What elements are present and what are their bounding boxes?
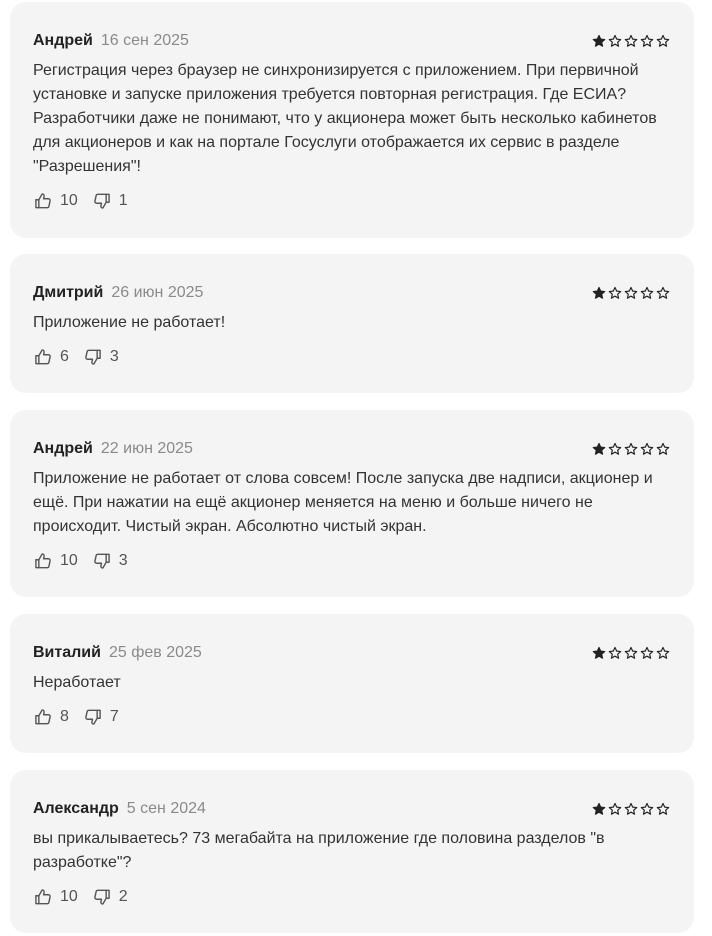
rating-stars: [592, 442, 670, 456]
star-empty-icon: [656, 802, 670, 815]
rating-stars: [592, 802, 670, 816]
star-empty-icon: [608, 442, 622, 455]
review-card: Виталий 25 фев 2025 Неработает 8 7: [10, 614, 694, 753]
like-button[interactable]: 6: [33, 347, 69, 367]
review-header: Виталий 25 фев 2025: [33, 642, 670, 664]
star-empty-icon: [624, 646, 638, 659]
review-card: Андрей 22 июн 2025 Приложение не работае…: [10, 410, 694, 597]
review-header: Александр 5 сен 2024: [33, 798, 670, 820]
rating-stars: [592, 286, 670, 300]
review-votes: 6 3: [33, 347, 119, 367]
star-empty-icon: [624, 286, 638, 299]
review-votes: 10 2: [33, 887, 128, 907]
dislike-count: 3: [118, 552, 128, 569]
star-empty-icon: [640, 442, 654, 455]
like-count: 10: [60, 888, 78, 905]
thumb-down-icon: [92, 551, 112, 571]
star-empty-icon: [656, 442, 670, 455]
review-text: Приложение не работает!: [33, 314, 226, 331]
star-empty-icon: [656, 34, 670, 47]
review-votes: 8 7: [33, 707, 119, 727]
review-votes: 10 1: [33, 191, 128, 211]
like-count: 10: [60, 552, 78, 569]
review-text: вы прикалываетесь? 73 мегабайта на прило…: [33, 830, 605, 871]
review-author: Андрей: [33, 32, 93, 49]
dislike-count: 2: [118, 888, 128, 905]
like-count: 8: [60, 708, 69, 725]
rating-stars: [592, 646, 670, 660]
review-card: Дмитрий 26 июн 2025 Приложение не работа…: [10, 254, 694, 393]
dislike-button[interactable]: 7: [83, 707, 119, 727]
star-empty-icon: [608, 646, 622, 659]
review-card: Александр 5 сен 2024 вы прикалываетесь? …: [10, 770, 694, 933]
star-empty-icon: [640, 802, 654, 815]
thumb-up-icon: [33, 887, 53, 907]
star-empty-icon: [640, 286, 654, 299]
review-header: Андрей 22 июн 2025: [33, 438, 670, 460]
like-button[interactable]: 10: [33, 887, 78, 907]
star-filled-icon: [592, 34, 606, 47]
review-date: 16 сен 2025: [100, 32, 189, 49]
thumb-down-icon: [92, 887, 112, 907]
review-header: Андрей 16 сен 2025: [33, 30, 670, 52]
review-author: Виталий: [33, 644, 101, 661]
star-empty-icon: [624, 442, 638, 455]
review-header: Дмитрий 26 июн 2025: [33, 282, 670, 304]
review-text: Регистрация через браузер не синхронизир…: [33, 62, 657, 175]
star-filled-icon: [592, 442, 606, 455]
like-count: 10: [60, 192, 78, 209]
star-empty-icon: [608, 34, 622, 47]
star-filled-icon: [592, 646, 606, 659]
thumb-up-icon: [33, 707, 53, 727]
star-empty-icon: [656, 646, 670, 659]
dislike-count: 1: [118, 192, 128, 209]
star-empty-icon: [640, 646, 654, 659]
star-empty-icon: [624, 802, 638, 815]
star-empty-icon: [608, 286, 622, 299]
dislike-button[interactable]: 3: [83, 347, 119, 367]
review-date: 22 июн 2025: [100, 440, 193, 457]
thumb-down-icon: [92, 191, 112, 211]
review-text: Неработает: [33, 674, 121, 691]
rating-stars: [592, 34, 670, 48]
thumb-up-icon: [33, 191, 53, 211]
thumb-up-icon: [33, 551, 53, 571]
review-date: 5 сен 2024: [126, 800, 206, 817]
thumb-up-icon: [33, 347, 53, 367]
dislike-button[interactable]: 2: [92, 887, 128, 907]
thumb-down-icon: [83, 707, 103, 727]
review-text: Приложение не работает от слова совсем! …: [33, 470, 653, 535]
star-filled-icon: [592, 286, 606, 299]
review-date: 25 фев 2025: [108, 644, 202, 661]
review-author: Андрей: [33, 440, 93, 457]
star-empty-icon: [656, 286, 670, 299]
review-card: Андрей 16 сен 2025 Регистрация через бра…: [10, 2, 694, 238]
like-button[interactable]: 10: [33, 551, 78, 571]
like-button[interactable]: 10: [33, 191, 78, 211]
like-count: 6: [60, 348, 69, 365]
review-author: Дмитрий: [33, 284, 104, 301]
thumb-down-icon: [83, 347, 103, 367]
dislike-count: 3: [109, 348, 119, 365]
star-empty-icon: [640, 34, 654, 47]
review-author: Александр: [33, 800, 119, 817]
like-button[interactable]: 8: [33, 707, 69, 727]
dislike-button[interactable]: 1: [92, 191, 128, 211]
star-empty-icon: [608, 802, 622, 815]
review-date: 26 июн 2025: [111, 284, 204, 301]
star-empty-icon: [624, 34, 638, 47]
star-filled-icon: [592, 802, 606, 815]
dislike-count: 7: [109, 708, 119, 725]
reviews-list: Андрей 16 сен 2025 Регистрация через бра…: [0, 0, 712, 936]
dislike-button[interactable]: 3: [92, 551, 128, 571]
review-votes: 10 3: [33, 551, 128, 571]
